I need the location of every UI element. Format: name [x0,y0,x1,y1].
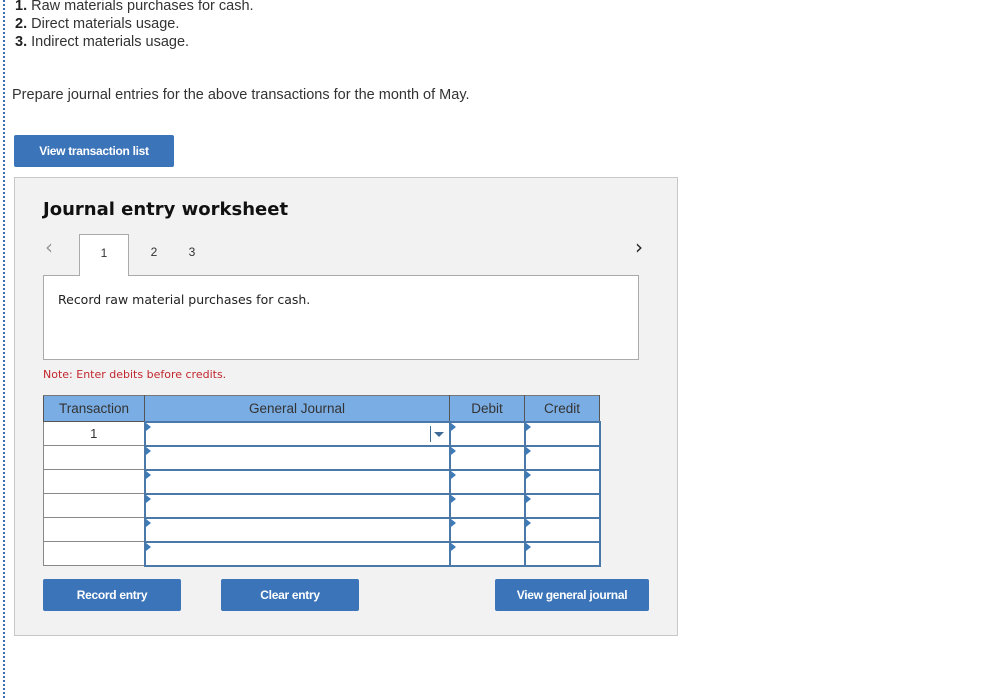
debit-input[interactable] [450,470,524,493]
journal-entry-worksheet: Journal entry worksheet ‹ › 1 2 3 Record… [14,177,678,636]
view-transaction-list-button[interactable]: View transaction list [14,135,174,167]
transaction-steps-list: 1. Raw materials purchases for cash. 2. … [15,0,254,51]
clear-entry-button[interactable]: Clear entry [221,579,359,611]
table-header-row: Transaction General Journal Debit Credit [43,395,600,422]
input-marker-icon [525,542,531,551]
debit-input[interactable] [450,494,524,517]
input-marker-icon [145,470,151,479]
credit-input[interactable] [525,470,599,493]
input-marker-icon [145,494,151,503]
tab-transaction-2[interactable]: 2 [129,234,179,276]
debit-input[interactable] [450,542,524,565]
account-select[interactable] [145,470,449,493]
debit-input[interactable] [450,422,524,445]
input-marker-icon [450,518,456,527]
credit-cell [523,492,601,519]
account-select[interactable] [145,446,449,469]
tab-transaction-3[interactable]: 3 [179,234,205,276]
credit-cell [523,468,601,495]
credit-cell [523,540,601,567]
input-marker-icon [525,518,531,527]
debit-input[interactable] [450,518,524,541]
credit-cell [523,516,601,543]
step-item: 3. Indirect materials usage. [15,34,190,50]
input-marker-icon [525,422,531,431]
step-item: 2. Direct materials usage. [15,16,180,32]
column-header-debit: Debit [449,395,525,422]
account-cell [143,492,451,519]
debit-cell [448,444,526,471]
step-item: 1. Raw materials purchases for cash. [15,0,254,14]
input-marker-icon [450,422,456,431]
account-cell [143,420,451,447]
journal-row [43,516,601,543]
tab-transaction-1[interactable]: 1 [79,234,129,276]
journal-row [43,540,601,567]
account-select[interactable] [145,518,449,541]
journal-row [43,492,601,519]
account-cell [143,516,451,543]
transaction-number-cell [43,517,145,542]
input-marker-icon [145,518,151,527]
account-cell [143,540,451,567]
input-marker-icon [145,542,151,551]
account-select[interactable] [145,422,449,445]
account-select[interactable] [145,542,449,565]
instruction-text: Prepare journal entries for the above tr… [12,87,470,103]
credit-input[interactable] [525,518,599,541]
journal-row [43,444,601,471]
transaction-number-cell [43,493,145,518]
input-marker-icon [525,494,531,503]
debit-cell [448,420,526,447]
transaction-number-cell [43,445,145,470]
transaction-number-cell: 1 [43,421,145,446]
debit-cell [448,540,526,567]
input-marker-icon [450,470,456,479]
credit-input[interactable] [525,542,599,565]
transaction-number-cell [43,541,145,566]
credit-cell [523,444,601,471]
left-dotted-border [3,0,5,698]
input-marker-icon [450,494,456,503]
debits-note: Note: Enter debits before credits. [43,368,227,381]
credit-input[interactable] [525,446,599,469]
transaction-tabs: 1 2 3 [79,234,205,276]
input-marker-icon [525,470,531,479]
transaction-number-cell [43,469,145,494]
account-cell [143,468,451,495]
transaction-prompt: Record raw material purchases for cash. [58,292,311,307]
debit-cell [448,516,526,543]
debit-cell [448,492,526,519]
input-marker-icon [525,446,531,455]
column-header-general-journal: General Journal [144,395,450,422]
input-marker-icon [145,446,151,455]
input-marker-icon [145,422,151,431]
chevron-left-icon[interactable]: ‹ [45,235,53,259]
debit-input[interactable] [450,446,524,469]
worksheet-title: Journal entry worksheet [43,199,289,220]
journal-row: 1 [43,420,601,447]
column-header-credit: Credit [524,395,600,422]
transaction-prompt-box: Record raw material purchases for cash. [43,275,639,360]
credit-input[interactable] [525,422,599,445]
record-entry-button[interactable]: Record entry [43,579,181,611]
journal-entry-table: Transaction General Journal Debit Credit… [43,395,601,567]
view-general-journal-button[interactable]: View general journal [495,579,649,611]
input-marker-icon [450,446,456,455]
credit-cell [523,420,601,447]
account-cell [143,444,451,471]
journal-row [43,468,601,495]
column-header-transaction: Transaction [43,395,145,422]
input-marker-icon [450,542,456,551]
debit-cell [448,468,526,495]
chevron-right-icon[interactable]: › [635,235,643,259]
dropdown-separator [429,425,431,442]
credit-input[interactable] [525,494,599,517]
chevron-down-icon[interactable] [433,431,444,437]
account-select[interactable] [145,494,449,517]
